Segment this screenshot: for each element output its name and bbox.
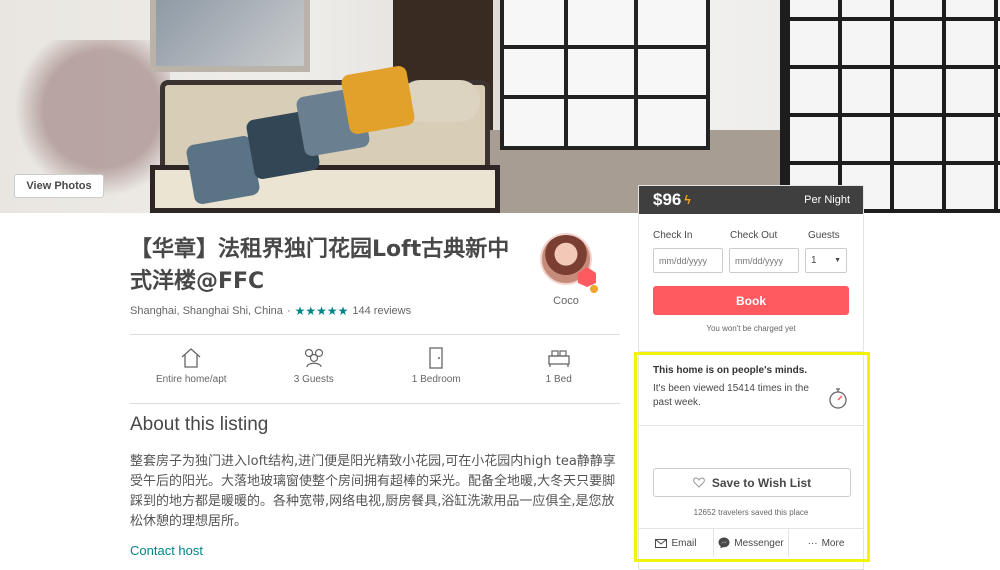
hero-photo[interactable] xyxy=(0,0,1000,213)
highlight-annotation-box xyxy=(634,352,870,562)
view-photos-button[interactable]: View Photos xyxy=(14,174,104,198)
check-in-label: Check In xyxy=(653,230,693,241)
amenity-item: 3 Guests xyxy=(253,346,376,394)
guests-select-value: 1 xyxy=(811,255,817,266)
amenity-label: 1 Bed xyxy=(545,374,572,385)
reviews-link[interactable]: 144 reviews xyxy=(352,305,411,317)
hero-mirror-decor xyxy=(150,0,310,72)
check-in-input[interactable]: mm/dd/yyyy xyxy=(653,248,723,273)
date-fields: mm/dd/yyyy mm/dd/yyyy 1 ▼ xyxy=(639,248,863,273)
guests-icon xyxy=(304,348,323,368)
amenity-label: 1 Bedroom xyxy=(411,374,461,385)
badge-dot-icon xyxy=(590,285,598,293)
divider xyxy=(130,334,620,335)
home-icon xyxy=(181,348,201,368)
check-out-label: Check Out xyxy=(730,230,778,241)
listing-title: 【华章】法租界独门花园Loft古典新中式洋楼@FFC xyxy=(130,237,510,294)
amenity-item: Entire home/apt xyxy=(130,346,253,394)
meta-separator: · xyxy=(286,305,291,317)
date-labels: Check In Check Out Guests xyxy=(639,230,863,241)
amenity-label: 3 Guests xyxy=(293,374,334,385)
price-bar: $96 ϟ Per Night xyxy=(639,186,863,214)
guests-select[interactable]: 1 ▼ xyxy=(805,248,847,273)
host-avatar[interactable] xyxy=(540,233,598,293)
host-card[interactable]: Coco xyxy=(538,233,598,307)
chevron-down-icon: ▼ xyxy=(834,257,841,264)
instant-book-bolt-icon: ϟ xyxy=(684,193,691,207)
host-name[interactable]: Coco xyxy=(538,295,594,307)
hero-door-decor xyxy=(780,0,1000,213)
hero-pillow-decor xyxy=(340,64,416,136)
amenities-row: Entire home/apt 3 Guests 1 Bedroom 1 Bed xyxy=(130,346,620,394)
listing-meta: Shanghai, Shanghai Shi, China · ★★★★★ 14… xyxy=(130,304,411,318)
about-heading: About this listing xyxy=(130,414,269,435)
contact-host-link[interactable]: Contact host xyxy=(130,543,203,558)
not-charged-note: You won't be charged yet xyxy=(706,324,796,333)
per-night-label: Per Night xyxy=(804,194,850,206)
amenity-item: 1 Bedroom xyxy=(375,346,498,394)
guests-label: Guests xyxy=(808,230,840,241)
about-description: 整套房子为独门进入loft结构,进门便是阳光精致小花园,可在小花园内high t… xyxy=(130,454,616,529)
amenity-item: 1 Bed xyxy=(498,346,621,394)
price: $96 ϟ xyxy=(653,190,691,210)
book-button[interactable]: Book xyxy=(653,286,849,315)
price-value: $96 xyxy=(653,190,682,209)
listing-page: View Photos 【华章】法租界独门花园Loft古典新中式洋楼@FFC S… xyxy=(0,0,1000,570)
star-rating-icon: ★★★★★ xyxy=(294,304,349,318)
door-icon xyxy=(429,347,443,369)
amenity-label: Entire home/apt xyxy=(155,374,227,385)
check-out-input[interactable]: mm/dd/yyyy xyxy=(729,248,799,273)
hero-window-decor xyxy=(500,0,710,150)
bed-icon xyxy=(548,350,570,367)
divider xyxy=(130,403,620,404)
listing-location: Shanghai, Shanghai Shi, China xyxy=(130,305,283,317)
superhost-badge-icon xyxy=(578,267,596,287)
